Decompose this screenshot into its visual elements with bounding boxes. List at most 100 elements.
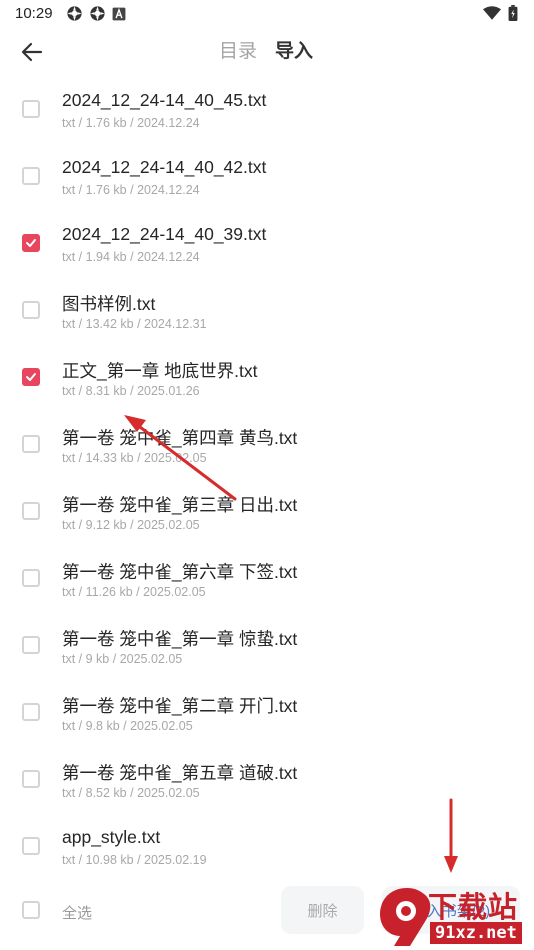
back-button[interactable]	[16, 38, 48, 66]
file-name: 图书样例.txt	[62, 294, 156, 314]
file-date: 2024.12.31	[144, 317, 207, 331]
file-meta: txt / 1.94 kb / 2024.12.24	[62, 250, 200, 264]
file-name: 2024_12_24-14_40_42.txt	[62, 157, 267, 177]
file-date: 2025.02.05	[143, 585, 206, 599]
file-checkbox-checked[interactable]	[22, 234, 40, 252]
font-icon	[112, 7, 126, 20]
file-type: txt	[62, 250, 76, 264]
file-row[interactable]: 图书样例.txt txt / 13.42 kb / 2024.12.31	[0, 285, 534, 352]
file-date: 2024.12.24	[137, 116, 200, 130]
wifi-icon	[483, 6, 501, 20]
file-size: 9.8 kb	[85, 719, 120, 733]
file-row[interactable]: 第一卷 笼中雀_第一章 惊蛰.txt txt / 9 kb / 2025.02.…	[0, 620, 534, 687]
file-date: 2025.02.05	[137, 518, 200, 532]
file-size: 10.98 kb	[85, 853, 134, 867]
file-row[interactable]: 2024_12_24-14_40_45.txt txt / 1.76 kb / …	[0, 84, 534, 151]
file-meta: txt / 10.98 kb / 2025.02.19	[62, 853, 207, 867]
file-meta: txt / 9.12 kb / 2025.02.05	[62, 518, 200, 532]
file-meta: txt / 11.26 kb / 2025.02.05	[62, 585, 206, 599]
file-row[interactable]: 2024_12_24-14_40_39.txt txt / 1.94 kb / …	[0, 218, 534, 285]
file-name: 第一卷 笼中雀_第二章 开门.txt	[62, 696, 298, 716]
file-date: 2025.01.26	[137, 384, 200, 398]
file-checkbox[interactable]	[22, 837, 40, 855]
file-size: 8.31 kb	[85, 384, 127, 398]
file-meta: txt / 1.76 kb / 2024.12.24	[62, 183, 200, 197]
watermark-url: 91xz.net	[430, 922, 522, 944]
file-row[interactable]: 第一卷 笼中雀_第四章 黄鸟.txt txt / 14.33 kb / 2025…	[0, 419, 534, 486]
file-name: 第一卷 笼中雀_第三章 日出.txt	[62, 495, 298, 515]
file-size: 1.76 kb	[85, 116, 127, 130]
status-icons-left	[66, 5, 126, 22]
file-size: 13.42 kb	[85, 317, 134, 331]
file-type: txt	[62, 116, 76, 130]
file-type: txt	[62, 183, 76, 197]
file-size: 1.94 kb	[85, 250, 127, 264]
file-meta: txt / 8.52 kb / 2025.02.05	[62, 786, 200, 800]
settings-icon	[90, 6, 105, 21]
file-meta: txt / 13.42 kb / 2024.12.31	[62, 317, 207, 331]
file-checkbox[interactable]	[22, 502, 40, 520]
arrow-left-icon	[21, 42, 43, 62]
file-type: txt	[62, 585, 76, 599]
file-name: app_style.txt	[62, 827, 161, 847]
file-checkbox[interactable]	[22, 636, 40, 654]
file-row[interactable]: 第一卷 笼中雀_第六章 下签.txt txt / 11.26 kb / 2025…	[0, 553, 534, 620]
status-bar: 10:29	[0, 0, 534, 28]
file-date: 2025.02.05	[119, 652, 183, 666]
watermark-text: 下载站	[428, 892, 519, 924]
file-name: 第一卷 笼中雀_第一章 惊蛰.txt	[62, 629, 298, 649]
file-date: 2024.12.24	[137, 250, 200, 264]
file-checkbox[interactable]	[22, 100, 40, 118]
select-all-label[interactable]: 全选	[62, 902, 92, 923]
file-type: txt	[62, 384, 76, 398]
status-icons-right	[483, 5, 518, 21]
file-checkbox-checked[interactable]	[22, 368, 40, 386]
file-type: txt	[62, 317, 76, 331]
file-date: 2025.02.19	[144, 853, 207, 867]
file-meta: txt / 14.33 kb / 2025.02.05	[62, 451, 207, 465]
file-meta: txt / 1.76 kb / 2024.12.24	[62, 116, 200, 130]
tab-catalog[interactable]: 目录	[219, 38, 257, 66]
file-type: txt	[62, 786, 76, 800]
file-type: txt	[62, 652, 76, 666]
status-time: 10:29	[15, 5, 53, 22]
file-name: 第一卷 笼中雀_第四章 黄鸟.txt	[62, 428, 298, 448]
file-row[interactable]: 正文_第一章 地底世界.txt txt / 8.31 kb / 2025.01.…	[0, 352, 534, 419]
file-row[interactable]: 第一卷 笼中雀_第五章 道破.txt txt / 8.52 kb / 2025.…	[0, 754, 534, 821]
file-size: 8.52 kb	[85, 786, 127, 800]
file-name: 正文_第一章 地底世界.txt	[62, 361, 258, 381]
battery-icon	[508, 5, 518, 21]
header-tabs: 目录 导入	[219, 38, 313, 66]
file-checkbox[interactable]	[22, 301, 40, 319]
file-checkbox[interactable]	[22, 770, 40, 788]
file-meta: txt / 9 kb / 2025.02.05	[62, 652, 183, 666]
tab-import[interactable]: 导入	[275, 38, 313, 66]
file-checkbox[interactable]	[22, 435, 40, 453]
checkmark-icon	[26, 373, 36, 381]
app-bar: 目录 导入	[0, 28, 534, 76]
file-row[interactable]: app_style.txt txt / 10.98 kb / 2025.02.1…	[0, 821, 534, 888]
file-row[interactable]: 第一卷 笼中雀_第三章 日出.txt txt / 9.12 kb / 2025.…	[0, 486, 534, 553]
settings-icon	[67, 6, 82, 21]
file-name: 2024_12_24-14_40_39.txt	[62, 224, 267, 244]
file-date: 2025.02.05	[130, 719, 193, 733]
file-type: txt	[62, 853, 76, 867]
file-size: 9 kb	[85, 652, 110, 666]
file-row[interactable]: 第一卷 笼中雀_第二章 开门.txt txt / 9.8 kb / 2025.0…	[0, 687, 534, 754]
file-checkbox[interactable]	[22, 167, 40, 185]
file-date: 2025.02.05	[137, 786, 200, 800]
file-name: 第一卷 笼中雀_第五章 道破.txt	[62, 763, 298, 783]
select-all-checkbox[interactable]	[22, 901, 40, 919]
file-checkbox[interactable]	[22, 569, 40, 587]
file-meta: txt / 8.31 kb / 2025.01.26	[62, 384, 200, 398]
delete-button[interactable]: 删除	[281, 886, 364, 934]
file-name: 第一卷 笼中雀_第六章 下签.txt	[62, 562, 298, 582]
file-row[interactable]: 2024_12_24-14_40_42.txt txt / 1.76 kb / …	[0, 151, 534, 218]
file-type: txt	[62, 719, 76, 733]
file-type: txt	[62, 518, 76, 532]
file-date: 2024.12.24	[137, 183, 200, 197]
file-checkbox[interactable]	[22, 703, 40, 721]
file-date: 2025.02.05	[144, 451, 207, 465]
file-list: 2024_12_24-14_40_45.txt txt / 1.76 kb / …	[0, 84, 534, 888]
checkmark-icon	[26, 239, 36, 247]
